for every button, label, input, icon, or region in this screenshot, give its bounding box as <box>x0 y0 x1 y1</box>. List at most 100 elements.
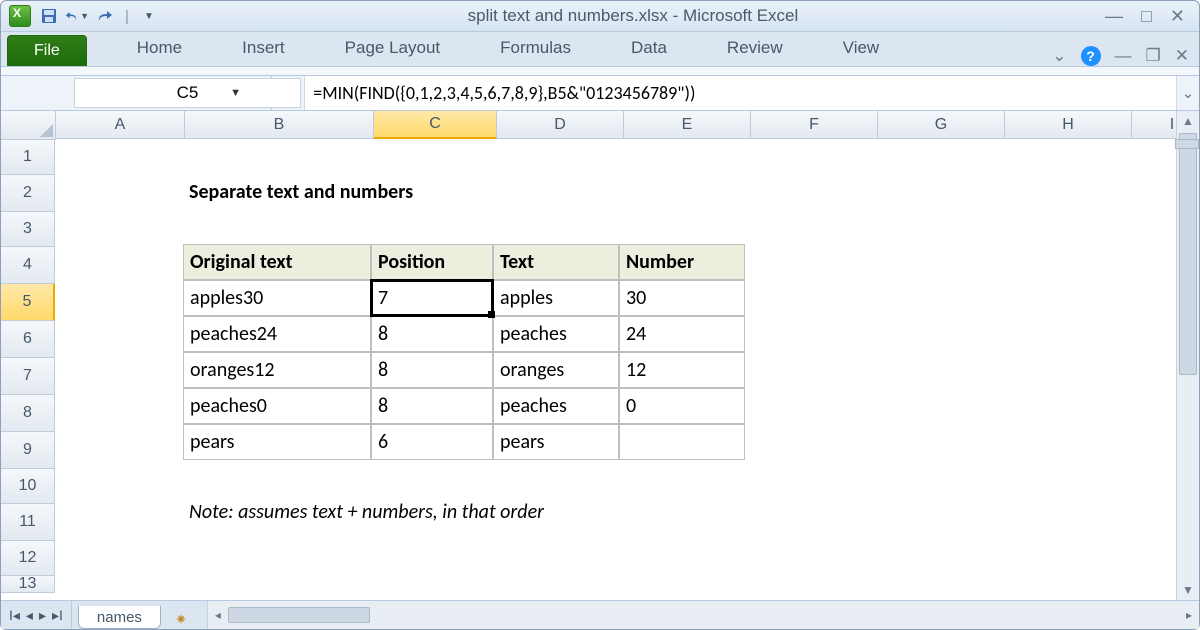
table-row[interactable]: oranges <box>493 352 619 388</box>
save-button[interactable] <box>37 5 61 27</box>
table-row[interactable]: apples30 <box>183 280 371 316</box>
col-header-D[interactable]: D <box>497 111 624 139</box>
nav-last-icon[interactable]: ▸I <box>50 607 65 624</box>
table-row[interactable]: 7 <box>371 280 493 316</box>
row-header-2[interactable]: 2 <box>1 175 55 212</box>
table-header[interactable]: Text <box>493 244 619 280</box>
redo-icon <box>97 9 113 23</box>
table-row[interactable]: peaches <box>493 388 619 424</box>
scroll-left-icon[interactable]: ◂ <box>208 608 228 622</box>
note-text[interactable]: Note: assumes text + numbers, in that or… <box>183 494 745 530</box>
nav-first-icon[interactable]: I◂ <box>7 607 22 624</box>
qat-separator: | <box>121 8 133 25</box>
mdi-minimize[interactable]: — <box>1115 46 1132 66</box>
row-header-9[interactable]: 9 <box>1 432 55 469</box>
file-tab[interactable]: File <box>7 35 87 66</box>
col-header-G[interactable]: G <box>878 111 1005 139</box>
spreadsheet-grid: ABCDEFGHI 12345678910111213 Separate tex… <box>1 111 1199 600</box>
row-header-12[interactable]: 12 <box>1 541 55 576</box>
redo-button[interactable] <box>93 5 117 27</box>
sheet-title[interactable]: Separate text and numbers <box>183 174 619 210</box>
scroll-down-icon[interactable]: ▼ <box>1177 580 1199 600</box>
hscroll-thumb[interactable] <box>228 607 370 623</box>
name-box-dropdown-icon[interactable]: ▼ <box>230 87 241 99</box>
table-row[interactable]: 8 <box>371 352 493 388</box>
row-header-7[interactable]: 7 <box>1 358 55 395</box>
table-header[interactable]: Original text <box>183 244 371 280</box>
horizontal-scrollbar[interactable]: ◂ ▸ <box>207 601 1199 629</box>
table-row[interactable]: apples <box>493 280 619 316</box>
row-header-1[interactable]: 1 <box>1 140 55 175</box>
table-row[interactable]: 6 <box>371 424 493 460</box>
col-header-F[interactable]: F <box>751 111 878 139</box>
new-sheet-button[interactable]: ✷ <box>167 609 195 629</box>
column-headers: ABCDEFGHI <box>56 111 1199 139</box>
row-header-6[interactable]: 6 <box>1 321 55 358</box>
undo-icon <box>65 9 79 23</box>
row-header-13[interactable]: 13 <box>1 576 55 593</box>
name-box-input[interactable] <box>75 79 300 107</box>
cells-area[interactable]: Separate text and numbers Original textPo… <box>55 140 1199 600</box>
table-row[interactable] <box>619 424 745 460</box>
col-header-E[interactable]: E <box>624 111 751 139</box>
save-icon <box>41 8 57 24</box>
split-handle[interactable] <box>1175 139 1199 149</box>
row-headers: 12345678910111213 <box>1 140 55 600</box>
col-header-H[interactable]: H <box>1005 111 1132 139</box>
row-header-3[interactable]: 3 <box>1 212 55 247</box>
ribbon-collapse-icon[interactable]: ⌄ <box>1052 46 1066 66</box>
col-header-B[interactable]: B <box>185 111 374 139</box>
vertical-scrollbar[interactable]: ▲ ▼ <box>1176 111 1199 600</box>
vscroll-thumb[interactable] <box>1179 133 1197 375</box>
excel-app-icon[interactable] <box>9 5 31 27</box>
table-row[interactable]: peaches24 <box>183 316 371 352</box>
tab-data[interactable]: Data <box>601 32 697 66</box>
sheet-tab-active[interactable]: names <box>78 606 161 629</box>
table-row[interactable]: peaches <box>493 316 619 352</box>
close-button[interactable]: ✕ <box>1170 6 1185 27</box>
table-row[interactable]: pears <box>493 424 619 460</box>
formula-bar-expand-icon[interactable]: ⌄ <box>1176 76 1199 110</box>
tab-insert[interactable]: Insert <box>212 32 315 66</box>
nav-prev-icon[interactable]: ◂ <box>24 607 35 624</box>
tab-formulas[interactable]: Formulas <box>470 32 601 66</box>
tab-review[interactable]: Review <box>697 32 813 66</box>
table-header[interactable]: Position <box>371 244 493 280</box>
row-header-10[interactable]: 10 <box>1 469 55 504</box>
formula-input[interactable] <box>305 76 1176 110</box>
excel-window: ▼ | ▼ split text and numbers.xlsx - Micr… <box>0 0 1200 630</box>
qat-customize[interactable]: ▼ <box>137 5 161 27</box>
tab-home[interactable]: Home <box>107 32 212 66</box>
select-all-corner[interactable] <box>1 111 56 140</box>
table-header[interactable]: Number <box>619 244 745 280</box>
table-row[interactable]: pears <box>183 424 371 460</box>
help-icon[interactable]: ? <box>1081 46 1101 66</box>
row-header-11[interactable]: 11 <box>1 504 55 541</box>
table-row[interactable]: 24 <box>619 316 745 352</box>
mdi-close[interactable]: ✕ <box>1175 46 1189 66</box>
table-row[interactable]: 0 <box>619 388 745 424</box>
table-row[interactable]: peaches0 <box>183 388 371 424</box>
table-row[interactable]: 12 <box>619 352 745 388</box>
row-header-8[interactable]: 8 <box>1 395 55 432</box>
scroll-up-icon[interactable]: ▲ <box>1177 111 1199 131</box>
mdi-restore[interactable]: ❐ <box>1146 46 1161 66</box>
undo-button[interactable]: ▼ <box>65 5 89 27</box>
tab-view[interactable]: View <box>813 32 910 66</box>
ribbon-body <box>1 66 1199 76</box>
row-header-4[interactable]: 4 <box>1 247 55 284</box>
minimize-button[interactable]: — <box>1105 6 1123 27</box>
maximize-button[interactable]: □ <box>1141 6 1152 27</box>
table-row[interactable]: 8 <box>371 388 493 424</box>
col-header-A[interactable]: A <box>56 111 185 139</box>
col-header-C[interactable]: C <box>374 111 497 139</box>
scroll-right-icon[interactable]: ▸ <box>1179 608 1199 622</box>
table-row[interactable]: 30 <box>619 280 745 316</box>
nav-next-icon[interactable]: ▸ <box>37 607 48 624</box>
tab-page-layout[interactable]: Page Layout <box>315 32 470 66</box>
formula-bar: ▼ fx ⌄ <box>1 76 1199 111</box>
name-box[interactable]: ▼ <box>1 76 272 110</box>
table-row[interactable]: oranges12 <box>183 352 371 388</box>
row-header-5[interactable]: 5 <box>1 284 55 321</box>
table-row[interactable]: 8 <box>371 316 493 352</box>
